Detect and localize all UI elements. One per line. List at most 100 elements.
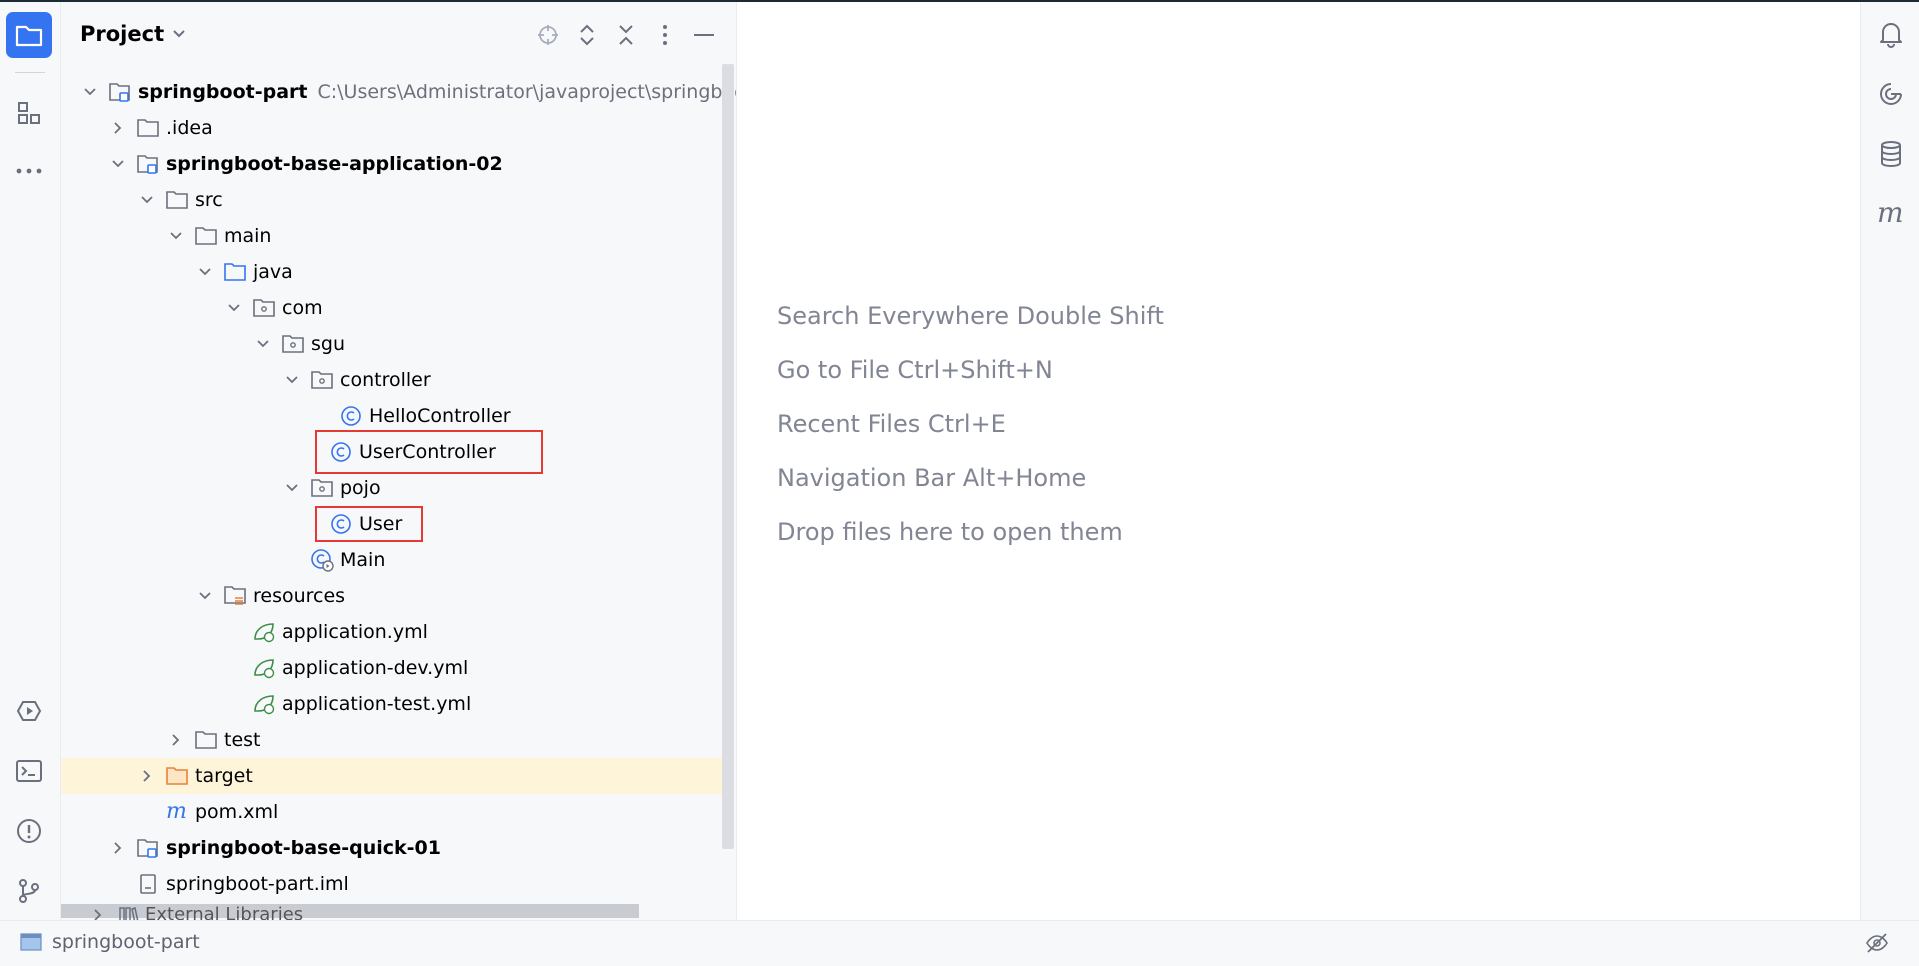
tree-row-application-yml[interactable]: application.yml <box>61 614 734 650</box>
tree-label: application.yml <box>282 621 428 643</box>
chevron-down-icon[interactable] <box>253 334 273 354</box>
tree-row-pom[interactable]: m pom.xml <box>61 794 734 830</box>
problems-tool-button[interactable] <box>6 808 52 854</box>
tree-row-main[interactable]: main <box>61 218 734 254</box>
java-class-icon <box>329 512 353 536</box>
chevron-right-icon[interactable] <box>166 730 186 750</box>
chevron-down-icon[interactable] <box>195 262 215 282</box>
maven-button[interactable]: m <box>1875 198 1907 230</box>
collapse-all-icon <box>619 25 633 45</box>
tree-label: springboot-base-application-02 <box>166 153 503 175</box>
terminal-tool-button[interactable] <box>6 748 52 794</box>
vertical-scrollbar[interactable] <box>722 64 734 849</box>
tree-label: java <box>253 261 293 283</box>
tree-label: User <box>359 513 403 535</box>
main-class-icon <box>310 548 334 572</box>
options-button[interactable] <box>652 22 678 48</box>
tree-row-module-quick[interactable]: springboot-base-quick-01 <box>61 830 734 866</box>
tree-label: springboot-part.iml <box>166 873 349 895</box>
spring-config-icon <box>252 692 276 716</box>
notifications-button[interactable] <box>1875 18 1907 50</box>
project-panel: Project springboot-part C:\Users\Adminis… <box>61 2 737 920</box>
tree-label: springboot-base-quick-01 <box>166 837 441 859</box>
spring-config-icon <box>252 620 276 644</box>
chevron-down-icon[interactable] <box>282 370 302 390</box>
chevron-down-icon[interactable] <box>108 154 128 174</box>
status-project-breadcrumb[interactable]: springboot-part <box>20 931 200 953</box>
editor-empty-area[interactable]: Search Everywhere Double Shift Go to Fil… <box>737 2 1860 920</box>
chevron-right-icon[interactable] <box>108 118 128 138</box>
structure-tool-button[interactable] <box>6 90 52 136</box>
chevron-down-icon[interactable] <box>195 586 215 606</box>
resources-folder-icon <box>223 584 247 608</box>
tree-label: HelloController <box>369 405 511 427</box>
tree-row-application-dev-yml[interactable]: application-dev.yml <box>61 650 734 686</box>
java-class-icon <box>339 404 363 428</box>
folder-icon <box>194 728 218 752</box>
problems-icon <box>17 819 41 843</box>
services-tool-button[interactable] <box>6 688 52 734</box>
module-folder-icon <box>136 152 160 176</box>
tree-label: com <box>282 297 323 319</box>
tree-label: springboot-part <box>138 81 308 103</box>
terminal-icon <box>16 760 42 782</box>
chevron-down-icon[interactable] <box>166 226 186 246</box>
project-path: C:\Users\Administrator\javaproject\sprin… <box>317 81 737 103</box>
tree-row-application-test-yml[interactable]: application-test.yml <box>61 686 734 722</box>
collapse-all-button[interactable] <box>613 22 639 48</box>
tree-label: src <box>195 189 223 211</box>
hide-panel-button[interactable] <box>691 22 717 48</box>
package-icon <box>281 332 305 356</box>
tree-row-pojo[interactable]: pojo <box>61 470 734 506</box>
git-tool-button[interactable] <box>6 868 52 914</box>
tree-row-controller[interactable]: controller <box>61 362 734 398</box>
chevron-right-icon <box>94 908 102 920</box>
database-icon <box>1881 141 1901 168</box>
database-button[interactable] <box>1875 138 1907 170</box>
ai-assistant-button[interactable] <box>1875 78 1907 110</box>
tree-row-user-controller[interactable]: UserController <box>61 430 734 474</box>
tree-row-test[interactable]: test <box>61 722 734 758</box>
highlight-box: UserController <box>315 430 543 474</box>
tree-row-iml[interactable]: springboot-part.iml <box>61 866 734 902</box>
strip-separator <box>15 72 45 73</box>
ai-assistant-icon <box>1880 83 1902 105</box>
hint-recent-files: Recent Files Ctrl+E <box>777 410 1006 438</box>
project-view-dropdown[interactable]: Project <box>80 22 186 46</box>
power-save-button[interactable] <box>1865 931 1889 959</box>
svg-text:m: m <box>166 801 187 823</box>
tree-label: .idea <box>166 117 213 139</box>
chevron-right-icon[interactable] <box>108 838 128 858</box>
tree-row-hello-controller[interactable]: HelloController <box>61 398 734 434</box>
hint-search-everywhere: Search Everywhere Double Shift <box>777 302 1164 330</box>
package-icon <box>310 368 334 392</box>
chevron-down-icon[interactable] <box>137 190 157 210</box>
package-icon <box>310 476 334 500</box>
tree-row-java[interactable]: java <box>61 254 734 290</box>
left-tool-strip <box>0 2 61 920</box>
package-icon <box>252 296 276 320</box>
chevron-down-icon[interactable] <box>282 478 302 498</box>
crosshair-icon <box>538 25 558 45</box>
chevron-right-icon[interactable] <box>137 766 157 786</box>
locate-file-button[interactable] <box>535 22 561 48</box>
chevron-down-icon[interactable] <box>80 82 100 102</box>
tree-row-resources[interactable]: resources <box>61 578 734 614</box>
tree-row-root[interactable]: springboot-part C:\Users\Administrator\j… <box>61 74 737 110</box>
tree-row-main-class[interactable]: Main <box>61 542 734 578</box>
tree-row-external-libraries[interactable]: External Libraries <box>93 904 303 920</box>
tree-row-user[interactable]: User <box>61 506 734 542</box>
tree-label: sgu <box>311 333 346 355</box>
project-tool-button[interactable] <box>6 12 52 58</box>
tree-row-module[interactable]: springboot-base-application-02 <box>61 146 734 182</box>
more-tools-button[interactable] <box>6 148 52 194</box>
tree-row-sgu[interactable]: sgu <box>61 326 734 362</box>
file-icon <box>136 872 160 896</box>
tree-row-target[interactable]: target <box>61 758 734 794</box>
tree-row-com[interactable]: com <box>61 290 734 326</box>
tree-row-src[interactable]: src <box>61 182 734 218</box>
chevron-down-icon[interactable] <box>224 298 244 318</box>
tree-row-idea[interactable]: .idea <box>61 110 734 146</box>
tree-label: External Libraries <box>145 904 304 920</box>
expand-all-button[interactable] <box>574 22 600 48</box>
